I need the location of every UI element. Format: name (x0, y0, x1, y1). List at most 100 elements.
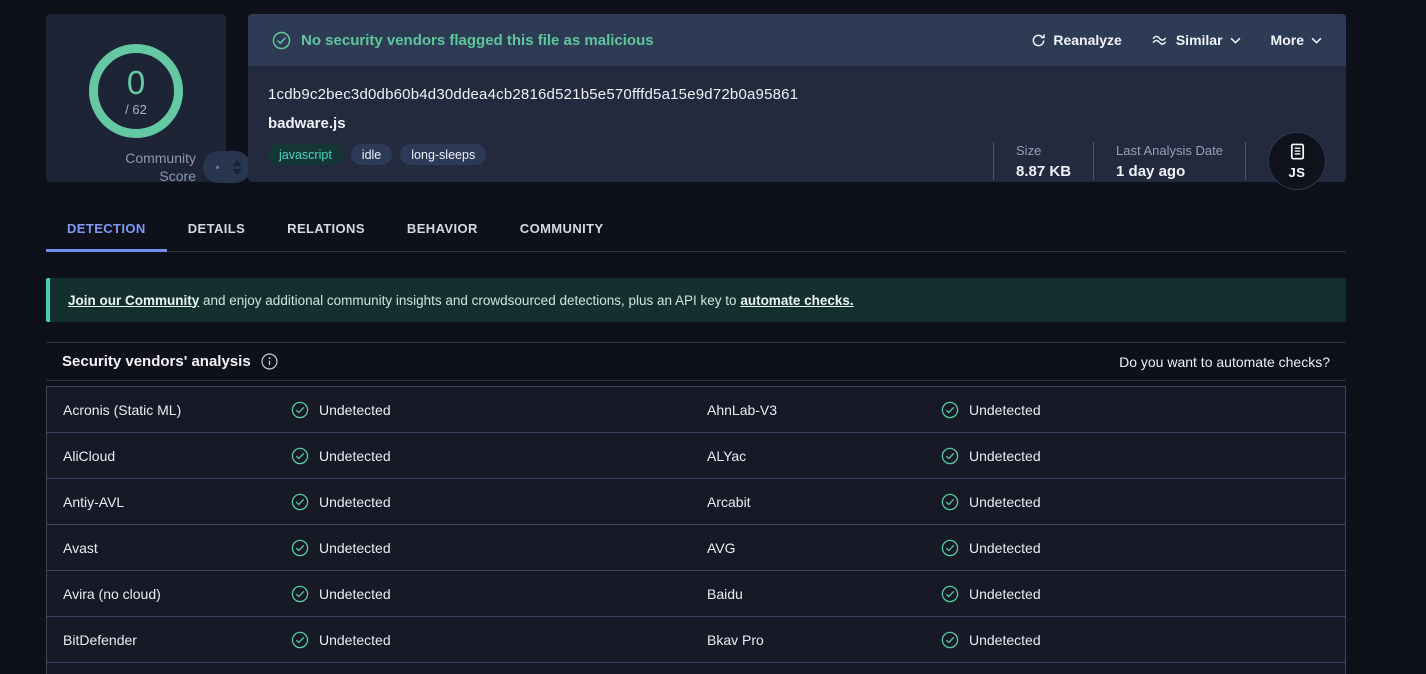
tab-behavior[interactable]: BEHAVIOR (386, 212, 499, 251)
last-analysis-block: Last Analysis Date 1 day ago (1094, 143, 1245, 180)
status-label: Undetected (319, 586, 391, 602)
vendor-name: Avast (63, 540, 291, 556)
vendor-name: Avira (no cloud) (63, 586, 291, 602)
vendor-status: Undetected (941, 631, 1329, 649)
status-label: Undetected (319, 494, 391, 510)
table-row: Avira (no cloud) Undetected Baidu Undete… (47, 571, 1345, 617)
size-label: Size (1016, 143, 1071, 158)
last-analysis-label: Last Analysis Date (1116, 143, 1223, 158)
community-score-card: 0 / 62 Community Score (46, 14, 226, 182)
vendor-name: ALYac (707, 448, 941, 464)
community-score-label-line2: Score (46, 167, 196, 185)
check-circle-icon (291, 447, 309, 465)
community-banner-text: Join our Community and enjoy additional … (68, 293, 854, 308)
check-circle-icon (941, 401, 959, 419)
file-report-page: 0 / 62 Community Score No security vendo… (0, 0, 1426, 674)
status-label: Undetected (969, 586, 1041, 602)
table-row: Antiy-AVL Undetected Arcabit Undetected (47, 479, 1345, 525)
verdict-message: No security vendors flagged this file as… (301, 32, 654, 49)
status-label: Undetected (319, 540, 391, 556)
status-label: Undetected (969, 402, 1041, 418)
status-label: Undetected (969, 540, 1041, 556)
status-label: Undetected (319, 448, 391, 464)
check-circle-icon (291, 493, 309, 511)
last-analysis-value: 1 day ago (1116, 163, 1223, 180)
check-circle-icon (941, 585, 959, 603)
check-circle-icon (941, 493, 959, 511)
tab-community[interactable]: COMMUNITY (499, 212, 625, 251)
vendor-status: Undetected (941, 401, 1329, 419)
join-community-banner: Join our Community and enjoy additional … (46, 278, 1346, 322)
automate-checks-link[interactable]: automate checks. (740, 293, 853, 308)
file-type-badge: JS (1268, 132, 1326, 190)
info-icon[interactable] (261, 353, 278, 370)
chevron-down-icon (1311, 37, 1322, 44)
vendor-status: Undetected (291, 493, 707, 511)
vendor-status: Undetected (291, 401, 707, 419)
similar-waves-icon (1152, 34, 1169, 46)
tab-detection[interactable]: DETECTION (46, 212, 167, 251)
vendor-name: AhnLab-V3 (707, 402, 941, 418)
vendor-status: Undetected (941, 539, 1329, 557)
size-value: 8.87 KB (1016, 163, 1071, 180)
check-circle-icon (291, 401, 309, 419)
vendor-name: Bkav Pro (707, 632, 941, 648)
section-divider (46, 380, 1346, 381)
check-circle-icon (272, 31, 291, 50)
file-info-strip: Size 8.87 KB Last Analysis Date 1 day ag… (993, 132, 1326, 190)
detections-total: / 62 (125, 102, 147, 117)
community-score-label: Community Score (46, 149, 196, 185)
vendor-name: AliCloud (63, 448, 291, 464)
vote-up-icon[interactable] (232, 160, 242, 166)
vote-down-icon[interactable] (232, 169, 242, 175)
vendor-status: Undetected (291, 585, 707, 603)
vote-dot-icon (216, 166, 219, 169)
similar-button[interactable]: Similar (1152, 32, 1241, 48)
status-label: Undetected (969, 632, 1041, 648)
tab-relations[interactable]: RELATIONS (266, 212, 386, 251)
tag-javascript[interactable]: javascript (268, 144, 343, 165)
join-community-link[interactable]: Join our Community (68, 293, 199, 308)
tag-long-sleeps[interactable]: long-sleeps (400, 144, 486, 165)
community-score-label-line1: Community (46, 149, 196, 167)
vote-arrows[interactable] (232, 160, 242, 175)
vendor-name: Acronis (Static ML) (63, 402, 291, 418)
check-circle-icon (291, 585, 309, 603)
verdict-message-wrap: No security vendors flagged this file as… (272, 31, 654, 50)
vendor-status: Undetected (941, 493, 1329, 511)
file-hash[interactable]: 1cdb9c2bec3d0db60b4d30ddea4cb2816d521b5e… (268, 86, 1346, 103)
file-details: 1cdb9c2bec3d0db60b4d30ddea4cb2816d521b5e… (248, 66, 1346, 165)
file-type-badge-label: JS (1289, 165, 1306, 180)
chevron-down-icon (1230, 37, 1241, 44)
community-banner-body: and enjoy additional community insights … (199, 293, 740, 308)
status-label: Undetected (969, 448, 1041, 464)
check-circle-icon (941, 539, 959, 557)
file-summary-card: No security vendors flagged this file as… (248, 14, 1346, 182)
check-circle-icon (941, 447, 959, 465)
table-row: AliCloud Undetected ALYac Undetected (47, 433, 1345, 479)
analysis-title: Security vendors' analysis (62, 353, 251, 370)
tag-idle[interactable]: idle (351, 144, 392, 165)
analysis-header: Security vendors' analysis Do you want t… (46, 343, 1346, 380)
tab-details[interactable]: DETAILS (167, 212, 266, 251)
check-circle-icon (291, 631, 309, 649)
vendor-status: Undetected (941, 585, 1329, 603)
vendor-name: AVG (707, 540, 941, 556)
table-row: BitDefender Undetected Bkav Pro Undetect… (47, 617, 1345, 663)
vendor-name: Baidu (707, 586, 941, 602)
vendor-status: Undetected (291, 539, 707, 557)
more-button[interactable]: More (1271, 32, 1322, 48)
automate-checks-prompt[interactable]: Do you want to automate checks? (1119, 354, 1330, 370)
reanalyze-icon (1031, 33, 1046, 48)
reanalyze-button[interactable]: Reanalyze (1031, 32, 1121, 48)
status-label: Undetected (319, 632, 391, 648)
similar-label: Similar (1176, 32, 1223, 48)
banner-actions: Reanalyze Similar More (1031, 32, 1322, 48)
vote-widget[interactable] (203, 151, 251, 183)
document-icon (1287, 143, 1308, 167)
more-label: More (1271, 32, 1304, 48)
detection-score-ring: 0 / 62 (89, 44, 183, 138)
vertical-divider (1245, 142, 1246, 180)
file-name: badware.js (268, 115, 1346, 132)
vendor-name: BitDefender (63, 632, 291, 648)
